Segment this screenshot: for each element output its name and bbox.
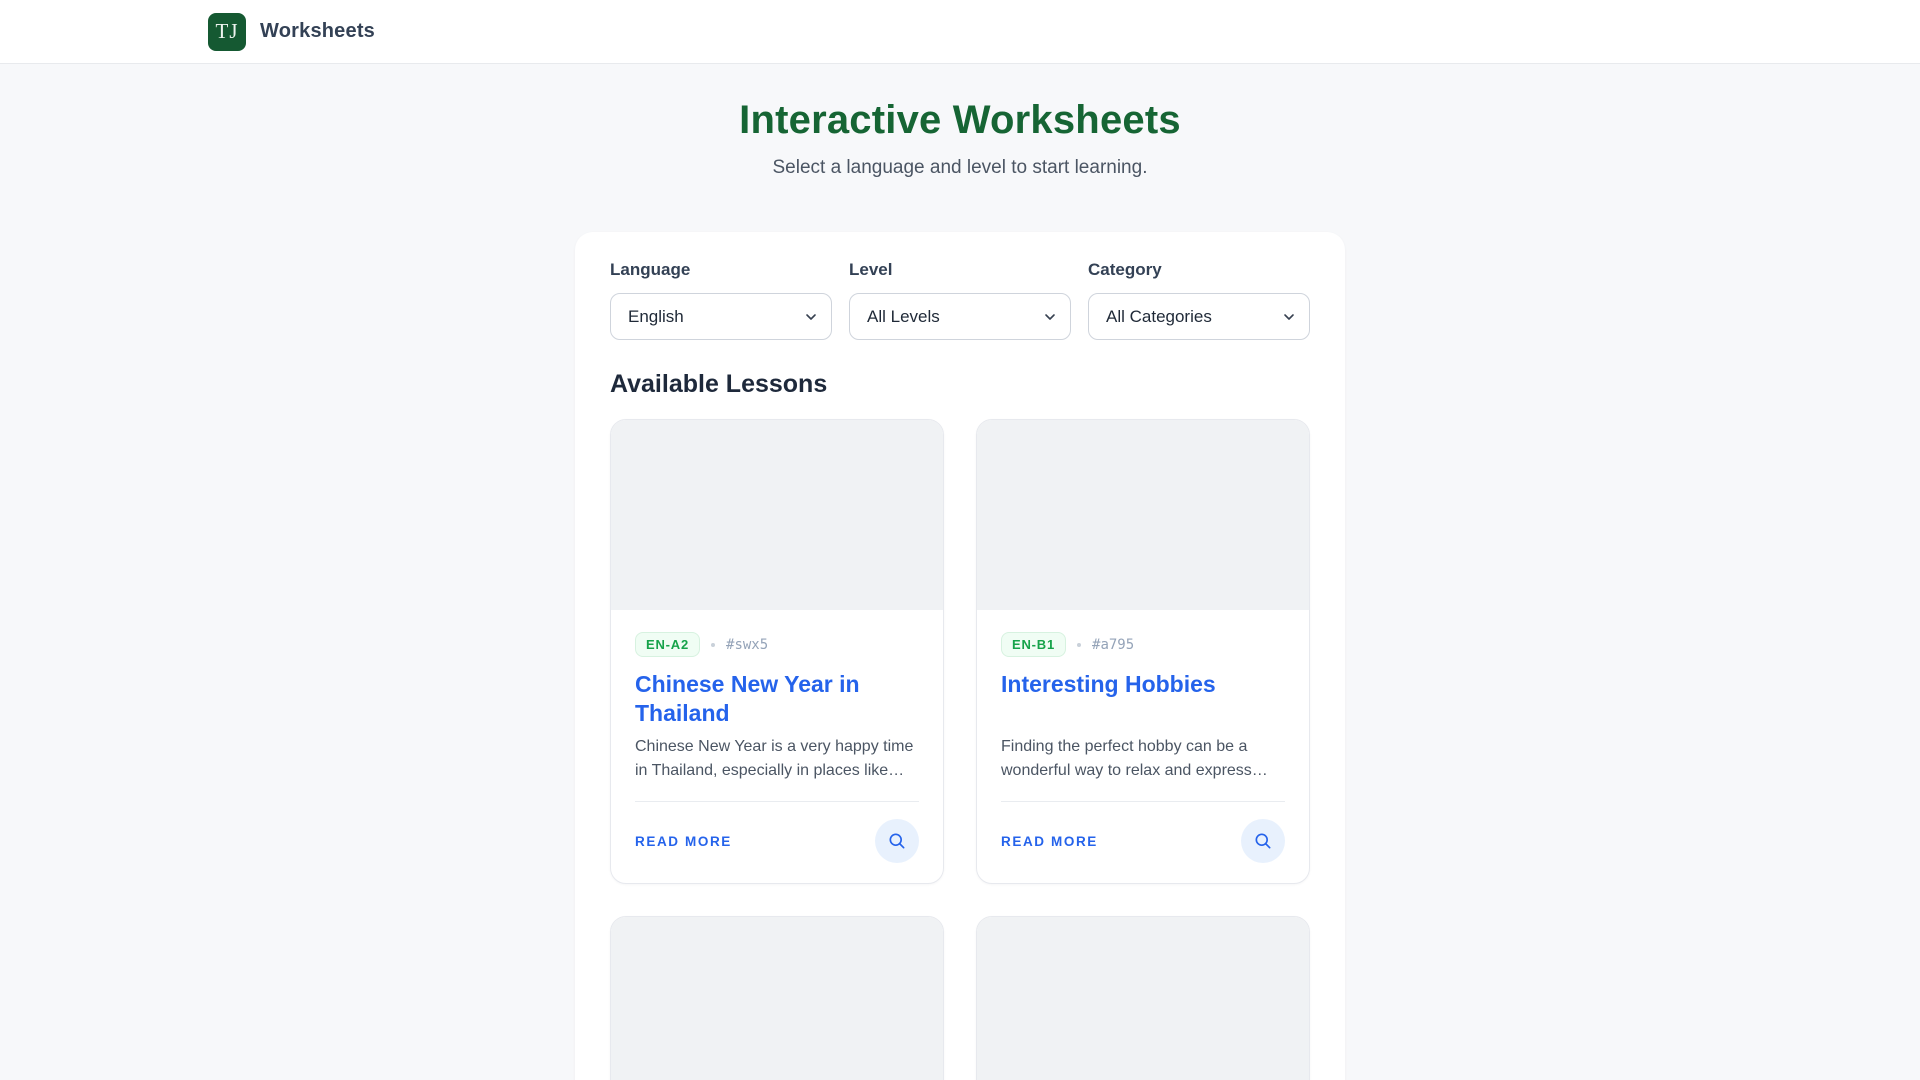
read-more-link[interactable]: READ MORE [1001,834,1098,849]
magnifier-icon [887,831,907,851]
lesson-card-body: EN-B1 #a795 Interesting Hobbies Finding … [977,610,1309,883]
read-more-link[interactable]: READ MORE [635,834,732,849]
lesson-hash: #swx5 [726,636,769,653]
lesson-image-placeholder [611,420,943,610]
lesson-card: EN-A2 #swx5 Chinese New Year in Thailand… [610,419,944,884]
app-header: TJ Worksheets [0,0,1920,64]
preview-lesson-button[interactable] [875,819,919,863]
filter-group-language: Language English [610,260,832,340]
lesson-title-link[interactable]: Interesting Hobbies [1001,670,1285,728]
lesson-image-placeholder [977,917,1309,1080]
lesson-image-placeholder [611,917,943,1080]
lesson-card: EN-B1 #a795 Interesting Hobbies Finding … [976,419,1310,884]
dot-separator-icon [1077,642,1082,647]
dot-separator-icon [711,642,716,647]
lesson-card [610,916,944,1080]
category-select[interactable]: All Categories [1088,293,1310,340]
page-subtitle: Select a language and level to start lea… [772,157,1148,178]
level-badge: EN-B1 [1001,632,1067,657]
lessons-heading: Available Lessons [610,370,828,398]
level-select[interactable]: All Levels [849,293,1071,340]
page-title: Interactive Worksheets [739,98,1181,142]
lesson-description: Finding the perfect hobby can be a wonde… [1001,738,1268,779]
lesson-image-placeholder [977,420,1309,610]
filters-bar: Language English Level All Levels Catego… [610,260,1310,340]
brand-name: Worksheets [260,20,376,42]
brand-link[interactable]: TJ Worksheets [208,12,376,51]
lesson-hash: #a795 [1092,636,1135,653]
lesson-title-link[interactable]: Chinese New Year in Thailand [635,670,919,728]
filter-group-level: Level All Levels [849,260,1071,340]
lesson-meta-row: EN-A2 #swx5 [635,632,919,657]
level-label: Level [849,260,893,279]
lessons-grid: EN-A2 #swx5 Chinese New Year in Thailand… [610,419,1310,1080]
filter-group-category: Category All Categories [1088,260,1310,340]
lesson-card-body: EN-A2 #swx5 Chinese New Year in Thailand… [611,610,943,883]
lesson-meta-row: EN-B1 #a795 [1001,632,1285,657]
lesson-card [976,916,1310,1080]
main-panel: Language English Level All Levels Catego… [575,232,1345,1080]
language-label: Language [610,260,691,279]
level-badge: EN-A2 [635,632,701,657]
lesson-card-footer: READ MORE [1001,802,1285,863]
lesson-description: Chinese New Year is a very happy time in… [635,738,914,779]
hero-section: Interactive Worksheets Select a language… [0,64,1920,179]
category-label: Category [1088,260,1162,279]
preview-lesson-button[interactable] [1241,819,1285,863]
language-select[interactable]: English [610,293,832,340]
brand-logo-icon: TJ [208,12,246,51]
lesson-card-footer: READ MORE [635,802,919,863]
magnifier-icon [1253,831,1273,851]
